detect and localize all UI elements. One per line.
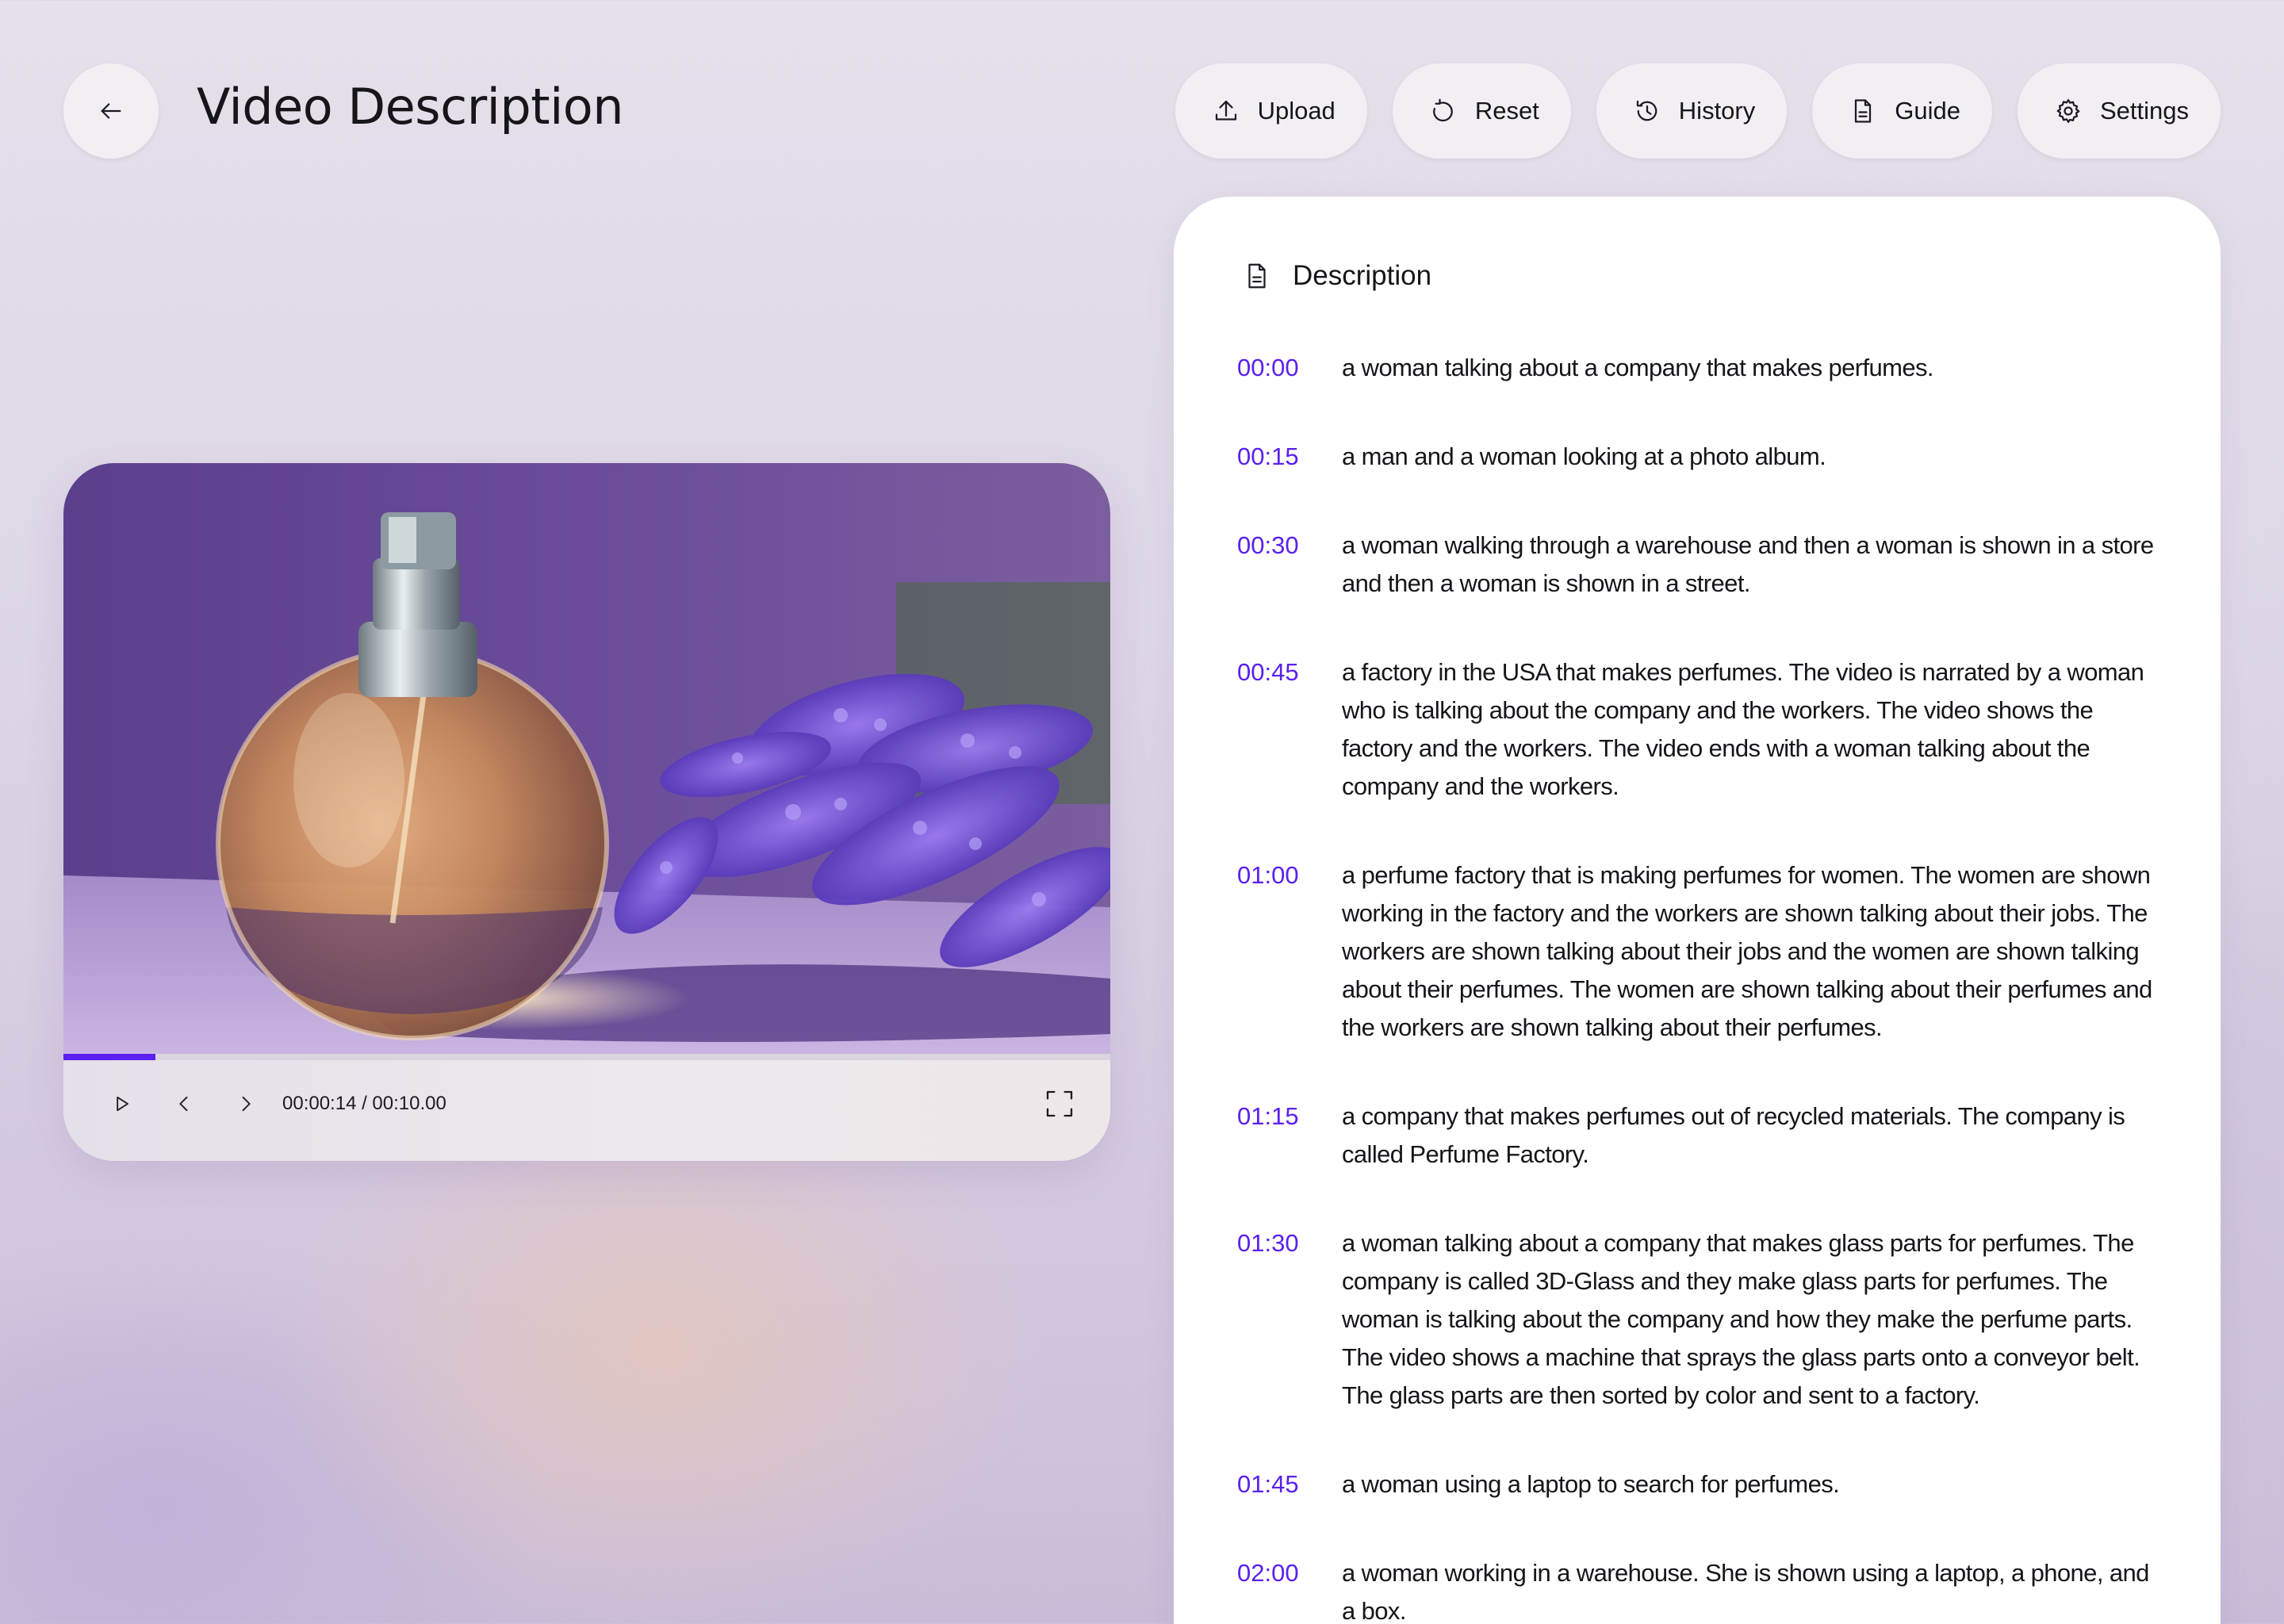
upload-icon [1215,100,1236,121]
settings-label: Settings [2099,97,2189,124]
description-panel: Description 00:00 a woman talking about a… [1174,197,2221,1624]
player-controls: 00:00:14 / 00:10.00 [63,1060,1110,1161]
timestamp-link[interactable]: 00:00 [1237,349,1342,387]
upload-button[interactable]: Upload [1175,63,1367,159]
progress-bar[interactable] [63,1054,1110,1060]
description-item[interactable]: 00:15 a man and a woman looking at a phot… [1237,438,2157,476]
description-item[interactable]: 01:45 a woman using a laptop to search fo… [1237,1465,2157,1503]
description-text: a woman talking about a company that mak… [1342,354,1934,381]
description-item[interactable]: 01:15 a company that makes perfumes out o… [1237,1097,2157,1174]
fullscreen-icon [1046,1090,1073,1117]
timestamp-link[interactable]: 01:15 [1237,1097,1342,1174]
description-text: a woman walking through a warehouse and … [1342,531,2154,597]
timecode: 00:00:14 / 00:10.00 [282,1093,446,1114]
timestamp-link[interactable]: 01:00 [1237,856,1342,1047]
description-item[interactable]: 00:45 a factory in the USA that makes per… [1237,653,2157,806]
arrow-left-icon [101,103,121,119]
back-button[interactable] [63,63,159,159]
description-text: a company that makes perfumes out of rec… [1342,1102,2125,1168]
description-item[interactable]: 00:30 a woman walking through a warehouse… [1237,527,2157,603]
reset-label: Reset [1474,97,1539,124]
next-button[interactable] [222,1060,270,1147]
description-item[interactable]: 01:00 a perfume factory that is making pe… [1237,856,2157,1047]
history-button[interactable]: History [1596,63,1788,159]
description-item[interactable]: 01:30 a woman talking about a company tha… [1237,1224,2157,1415]
guide-label: Guide [1895,97,1960,124]
description-header: Description [1242,260,1431,292]
description-item[interactable]: 02:00 a woman working in a warehouse. She… [1237,1554,2157,1624]
description-text: a woman working in a warehouse. She is s… [1342,1559,2149,1624]
chevron-left-icon [179,1096,188,1112]
reset-button[interactable]: Reset [1392,63,1571,159]
description-text: a perfume factory that is making perfume… [1342,861,2152,1041]
gear-icon [2056,99,2080,123]
chevron-right-icon [242,1096,251,1112]
upload-label: Upload [1257,97,1336,124]
timestamp-link[interactable]: 00:45 [1237,653,1342,806]
description-list: 00:00 a woman talking about a company tha… [1237,349,2157,1624]
fullscreen-button[interactable] [1036,1060,1083,1147]
document-icon [1855,99,1872,123]
timestamp-link[interactable]: 01:30 [1237,1224,1342,1415]
play-icon [117,1096,128,1112]
reset-icon [1432,98,1453,122]
timestamp-link[interactable]: 02:00 [1237,1554,1342,1624]
video-frame[interactable] [63,463,1110,1054]
description-text: a woman talking about a company that mak… [1342,1229,2140,1409]
video-thumbnail [63,463,1110,1054]
history-label: History [1678,97,1756,124]
timestamp-link[interactable]: 00:30 [1237,527,1342,603]
description-text: a man and a woman looking at a photo alb… [1342,442,1826,470]
page-title: Video Description [197,78,624,136]
settings-button[interactable]: Settings [2017,63,2221,159]
history-icon [1636,100,1657,121]
previous-button[interactable] [160,1060,208,1147]
video-player: 00:00:14 / 00:10.00 [63,463,1110,1161]
description-text: a woman using a laptop to search for per… [1342,1470,1840,1498]
description-item[interactable]: 00:00 a woman talking about a company tha… [1237,349,2157,387]
document-icon [1248,263,1266,289]
timestamp-link[interactable]: 00:15 [1237,438,1342,476]
play-button[interactable] [98,1060,146,1147]
toolbar: Upload Reset History Guide Settings [1175,63,2221,159]
description-title: Description [1293,260,1432,291]
progress-fill [63,1054,156,1060]
guide-button[interactable]: Guide [1812,63,1992,159]
timestamp-link[interactable]: 01:45 [1237,1465,1342,1503]
description-text: a factory in the USA that makes perfumes… [1342,658,2144,800]
